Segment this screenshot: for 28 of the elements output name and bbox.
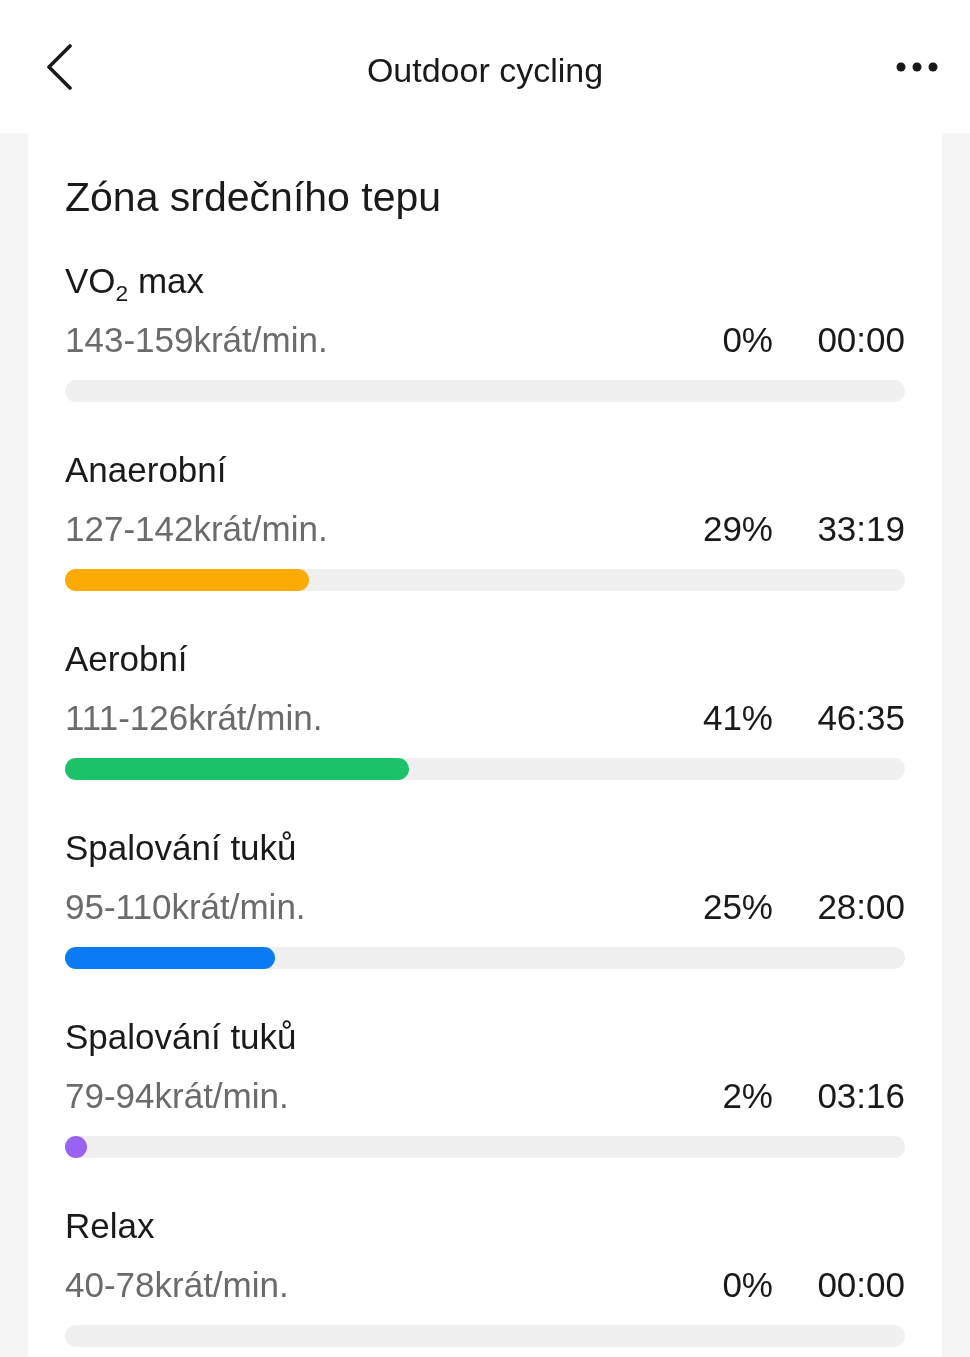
zone-name: Spalování tuků <box>65 1016 297 1058</box>
zone-time: 00:00 <box>816 1264 905 1306</box>
section-title: Zóna srdečního tepu <box>65 173 443 222</box>
zone-time: 33:19 <box>816 508 905 550</box>
zone-percent: 0% <box>722 1264 773 1306</box>
zone-time: 28:00 <box>816 886 905 928</box>
back-icon <box>45 43 73 90</box>
zone-name: Anaerobní <box>65 449 227 491</box>
zone-name: Aerobní <box>65 638 188 680</box>
zone-time: 46:35 <box>816 697 905 739</box>
page-title: Outdoor cycling <box>366 50 604 91</box>
zone-percent: 0% <box>722 319 773 361</box>
heart-rate-range: 143-159krát/min. <box>65 319 329 361</box>
zone-percent: 41% <box>702 697 773 739</box>
zone-percent: 25% <box>702 886 773 928</box>
heart-rate-range: 40-78krát/min. <box>65 1264 290 1306</box>
zone-time: 03:16 <box>816 1075 905 1117</box>
more-icon <box>896 61 938 72</box>
zone-name: VO$_{2}$ max <box>65 260 205 306</box>
heart-rate-range: 111-126krát/min. <box>65 697 324 739</box>
zone-percent: 29% <box>702 508 773 550</box>
heart-rate-range: 79-94krát/min. <box>65 1075 290 1117</box>
zone-name: Spalování tuků <box>65 827 297 869</box>
zone-time: 00:00 <box>816 319 905 361</box>
zone-name: Relax <box>65 1205 155 1247</box>
heart-rate-range: 95-110krát/min. <box>65 886 307 928</box>
zone-percent: 2% <box>722 1075 773 1117</box>
heart-rate-range: 127-142krát/min. <box>65 508 329 550</box>
